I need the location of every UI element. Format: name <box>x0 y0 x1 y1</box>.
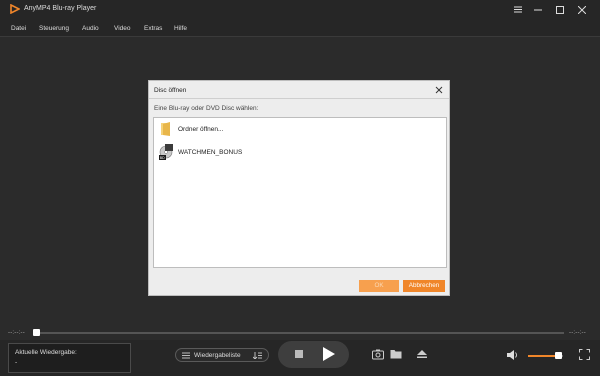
menu-bar: Datei Steuerung Audio Video Extras Hilfe <box>0 19 600 37</box>
menu-hilfe[interactable]: Hilfe <box>174 25 187 32</box>
now-playing-panel: Aktuelle Wiedergabe: - <box>8 343 131 373</box>
progress-track[interactable] <box>33 332 564 334</box>
menu-audio[interactable]: Audio <box>82 25 99 32</box>
playlist-button[interactable]: Wiedergabeliste <box>175 348 269 362</box>
now-playing-value: - <box>15 359 18 366</box>
bluray-disc-icon: BD <box>159 144 173 160</box>
volume-handle[interactable] <box>555 352 562 359</box>
ok-button[interactable]: OK <box>359 280 399 292</box>
open-folder-icon[interactable] <box>390 348 402 360</box>
list-item-open-folder[interactable]: Ordner öffnen... <box>154 121 446 139</box>
app-logo-icon <box>10 4 20 14</box>
volume-icon[interactable] <box>507 350 519 360</box>
progress-handle[interactable] <box>33 329 40 336</box>
eject-icon[interactable] <box>416 348 428 360</box>
dialog-divider <box>149 98 449 99</box>
volume-level <box>528 355 556 357</box>
list-item-label: Ordner öffnen... <box>178 126 224 133</box>
folder-icon <box>161 122 170 136</box>
menu-video[interactable]: Video <box>114 25 131 32</box>
dialog-title: Disc öffnen <box>154 87 187 94</box>
menu-datei[interactable]: Datei <box>11 25 26 32</box>
menu-steuerung[interactable]: Steuerung <box>39 25 69 32</box>
disc-list: Ordner öffnen... BD WATCHMEN_BONUS <box>153 117 447 268</box>
maximize-button[interactable] <box>552 0 568 19</box>
stop-icon[interactable] <box>295 350 303 358</box>
cancel-button[interactable]: Abbrechen <box>403 280 445 292</box>
play-icon[interactable] <box>321 347 335 361</box>
menu-extras[interactable]: Extras <box>144 25 162 32</box>
list-item-label: WATCHMEN_BONUS <box>178 149 243 156</box>
playlist-order-icon <box>253 352 262 359</box>
playlist-label: Wiedergabeliste <box>194 352 241 359</box>
dialog-instruction: Eine Blu-ray oder DVD Disc wählen: <box>154 105 259 112</box>
app-title: AnyMP4 Blu-ray Player <box>24 5 97 12</box>
time-elapsed: --:--:-- <box>8 330 25 336</box>
close-button[interactable] <box>574 0 590 19</box>
svg-text:BD: BD <box>160 156 165 160</box>
now-playing-label: Aktuelle Wiedergabe: <box>15 349 77 356</box>
transport-controls <box>278 341 349 368</box>
list-item-disc[interactable]: BD WATCHMEN_BONUS <box>154 144 446 162</box>
time-total: --:--:-- <box>569 330 586 336</box>
title-bar: AnyMP4 Blu-ray Player <box>0 0 600 19</box>
minimize-button[interactable] <box>530 0 546 19</box>
snapshot-camera-icon[interactable] <box>372 348 384 360</box>
open-disc-dialog: Disc öffnen Eine Blu-ray oder DVD Disc w… <box>148 80 450 296</box>
dialog-close-icon[interactable] <box>434 85 444 95</box>
fullscreen-icon[interactable] <box>579 349 590 360</box>
list-icon <box>182 352 190 359</box>
playlist-window-icon[interactable] <box>510 0 526 19</box>
